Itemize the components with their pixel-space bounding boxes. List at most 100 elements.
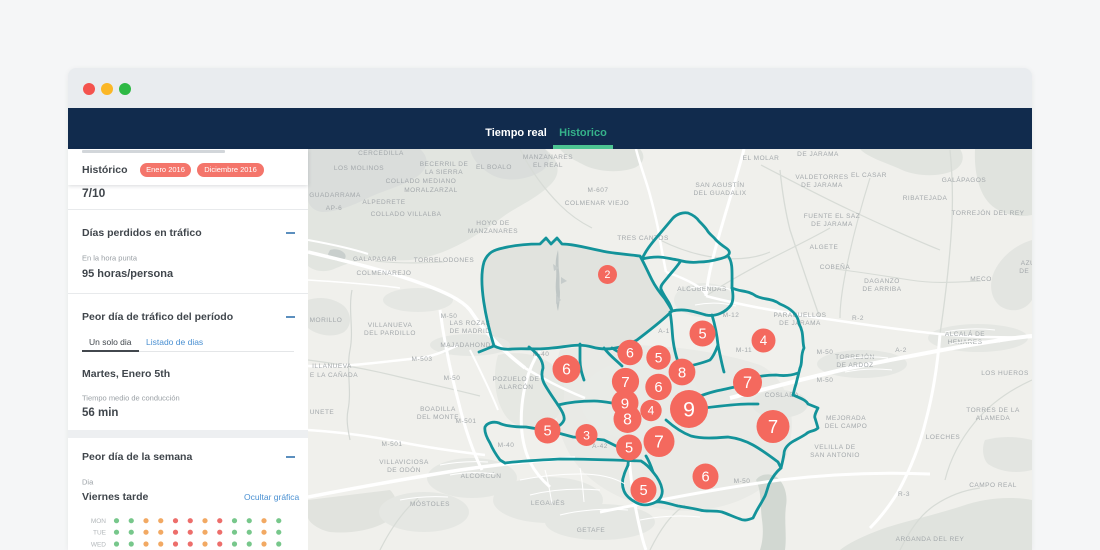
svg-text:M-50: M-50	[734, 478, 751, 485]
svg-text:M-11: M-11	[736, 347, 752, 354]
svg-text:R-2: R-2	[852, 315, 864, 322]
svg-text:TORRES DE LA: TORRES DE LA	[966, 407, 1020, 414]
svg-text:TORRELODONES: TORRELODONES	[414, 257, 475, 264]
svg-text:TRES CANTOS: TRES CANTOS	[617, 235, 669, 242]
svg-text:UNETE: UNETE	[310, 409, 335, 416]
svg-text:DE ARRIBA: DE ARRIBA	[862, 286, 901, 293]
svg-text:ALGETE: ALGETE	[810, 244, 839, 251]
svg-text:AZU: AZU	[1021, 260, 1032, 267]
svg-text:EL BOALO: EL BOALO	[476, 164, 512, 171]
svg-text:SAN ANTONIO: SAN ANTONIO	[810, 452, 860, 459]
svg-text:PARACUELLOS: PARACUELLOS	[773, 312, 826, 319]
svg-text:DEL PARDILLO: DEL PARDILLO	[364, 330, 416, 337]
svg-text:MÓSTOLES: MÓSTOLES	[410, 499, 450, 508]
svg-text:LOS MOLINOS: LOS MOLINOS	[334, 165, 384, 172]
svg-text:M-50: M-50	[441, 313, 458, 320]
svg-text:DE JARAMA: DE JARAMA	[797, 151, 839, 158]
svg-text:DAGANZO: DAGANZO	[864, 278, 900, 285]
svg-text:DE MADRID: DE MADRID	[450, 328, 491, 335]
svg-text:MEJORADA: MEJORADA	[826, 415, 866, 422]
svg-text:8: 8	[623, 412, 632, 429]
svg-text:5: 5	[698, 327, 706, 343]
svg-text:BECERRIL DE: BECERRIL DE	[420, 161, 469, 168]
svg-text:7: 7	[621, 374, 629, 391]
svg-text:ILLANUEVA: ILLANUEVA	[312, 363, 352, 370]
svg-text:M-501: M-501	[456, 418, 477, 425]
svg-text:VILLANUEVA: VILLANUEVA	[368, 322, 413, 329]
svg-text:DE ODÓN: DE ODÓN	[387, 465, 421, 474]
svg-text:LOECHES: LOECHES	[926, 434, 961, 441]
svg-text:5: 5	[543, 424, 551, 440]
svg-text:HOYO DE: HOYO DE	[476, 220, 510, 227]
svg-text:8: 8	[678, 364, 686, 381]
svg-text:MORALZARZAL: MORALZARZAL	[404, 187, 458, 194]
svg-text:VILLAVICIOSA: VILLAVICIOSA	[379, 459, 429, 466]
svg-text:5: 5	[639, 483, 647, 499]
svg-text:M-40: M-40	[498, 442, 515, 449]
svg-text:E LA CAÑADA: E LA CAÑADA	[310, 370, 358, 379]
svg-text:GETAFE: GETAFE	[577, 527, 606, 534]
svg-text:ALCALÁ DE: ALCALÁ DE	[945, 329, 985, 338]
svg-text:DEL GUADALIX: DEL GUADALIX	[693, 190, 746, 197]
svg-text:MANZANARES: MANZANARES	[523, 154, 573, 161]
svg-text:5: 5	[655, 350, 663, 365]
svg-text:5: 5	[625, 441, 633, 457]
svg-text:M-501: M-501	[382, 441, 403, 448]
svg-text:4: 4	[648, 404, 655, 418]
svg-text:DE JARAMA: DE JARAMA	[811, 221, 853, 228]
svg-text:COLLADO MEDIANO: COLLADO MEDIANO	[386, 178, 457, 185]
svg-text:R-3: R-3	[898, 491, 910, 498]
svg-text:COBEÑA: COBEÑA	[820, 262, 851, 271]
svg-text:CERCEDILLA: CERCEDILLA	[358, 150, 404, 157]
svg-text:DE JARAMA: DE JARAMA	[801, 182, 843, 189]
svg-text:GALAPAGAR: GALAPAGAR	[353, 256, 397, 263]
svg-text:M-50: M-50	[817, 377, 834, 384]
svg-text:M-50: M-50	[817, 349, 834, 356]
svg-text:7: 7	[768, 416, 778, 437]
svg-text:BOADILLA: BOADILLA	[420, 406, 456, 413]
svg-text:AP-6: AP-6	[326, 205, 342, 212]
svg-text:9: 9	[621, 395, 629, 412]
svg-text:SAN AGUSTÍN: SAN AGUSTÍN	[695, 180, 744, 189]
svg-text:TORREJÓN DEL REY: TORREJÓN DEL REY	[951, 208, 1024, 217]
svg-text:CAMPO REAL: CAMPO REAL	[969, 482, 1017, 489]
svg-text:LEGANÉS: LEGANÉS	[531, 498, 565, 507]
svg-text:ALPEDRETE: ALPEDRETE	[362, 199, 405, 206]
svg-text:6: 6	[626, 346, 634, 362]
svg-text:ARGANDA DEL REY: ARGANDA DEL REY	[896, 536, 965, 543]
svg-text:DEL CAMPO: DEL CAMPO	[825, 423, 868, 430]
svg-text:WED: WED	[91, 541, 106, 548]
svg-text:3: 3	[583, 428, 590, 442]
svg-text:COLLADO VILLALBA: COLLADO VILLALBA	[371, 211, 442, 218]
svg-text:RIBATEJADA: RIBATEJADA	[903, 195, 948, 202]
svg-text:7: 7	[743, 374, 752, 392]
svg-text:MECO: MECO	[970, 276, 992, 283]
svg-text:MANZANARES: MANZANARES	[468, 228, 518, 235]
svg-text:7: 7	[654, 432, 664, 452]
svg-text:A-2: A-2	[895, 347, 907, 354]
svg-text:A-42: A-42	[592, 443, 608, 450]
svg-text:FUENTE EL SAZ: FUENTE EL SAZ	[804, 213, 860, 220]
svg-text:GALÁPAGOS: GALÁPAGOS	[942, 175, 987, 184]
svg-text:ALARCÓN: ALARCÓN	[499, 382, 534, 391]
svg-text:6: 6	[654, 380, 662, 396]
svg-text:EL CASAR: EL CASAR	[851, 172, 887, 179]
svg-text:M-503: M-503	[412, 356, 433, 363]
svg-text:6: 6	[562, 362, 571, 379]
svg-text:DE ARDOZ: DE ARDOZ	[836, 362, 873, 369]
svg-text:A-1: A-1	[658, 328, 670, 335]
svg-text:LOS HUEROS: LOS HUEROS	[981, 370, 1029, 377]
svg-text:DEL MONTE: DEL MONTE	[417, 414, 459, 421]
svg-text:M-50: M-50	[444, 375, 461, 382]
svg-text:EL REAL: EL REAL	[533, 162, 563, 169]
svg-text:9: 9	[683, 398, 695, 422]
svg-text:VELILLA DE: VELILLA DE	[814, 444, 855, 451]
svg-text:MORILLO: MORILLO	[310, 317, 343, 324]
svg-text:M-607: M-607	[588, 187, 609, 194]
svg-text:EL MOLAR: EL MOLAR	[743, 155, 780, 162]
svg-text:6: 6	[701, 470, 709, 486]
svg-text:COLMENAR VIEJO: COLMENAR VIEJO	[565, 200, 629, 207]
svg-text:MON: MON	[91, 518, 106, 525]
svg-text:LA SIERRA: LA SIERRA	[425, 169, 463, 176]
svg-text:GUADARRAMA: GUADARRAMA	[309, 192, 361, 199]
